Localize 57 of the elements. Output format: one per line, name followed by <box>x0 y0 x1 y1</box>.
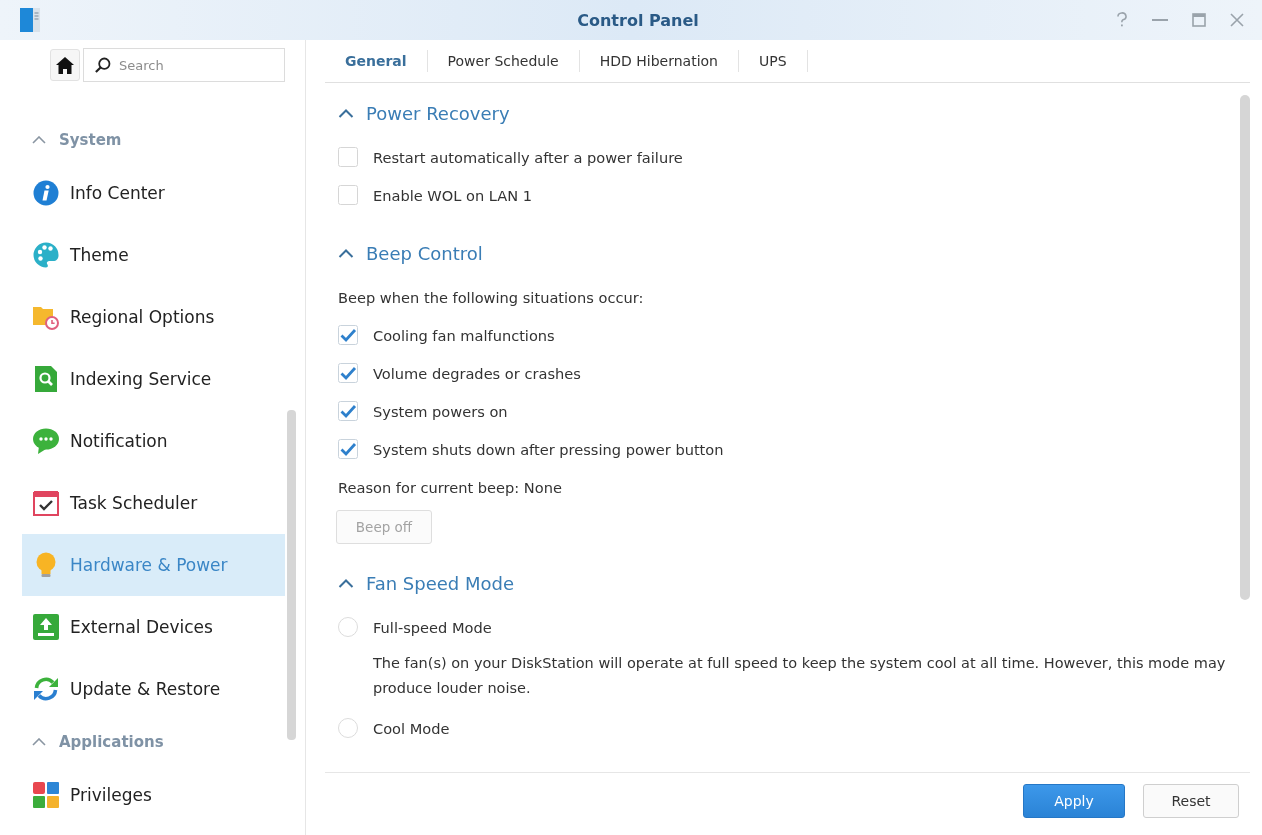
sidebar-item[interactable]: Indexing Service <box>22 348 285 410</box>
sidebar-item[interactable]: Notification <box>22 410 285 472</box>
window-title: Control Panel <box>576 10 699 30</box>
upload-icon <box>33 614 59 640</box>
info-icon <box>33 180 59 206</box>
radio-label[interactable]: Full-speed Mode <box>373 618 492 636</box>
maximize-icon[interactable] <box>1192 13 1206 27</box>
tab[interactable]: UPS <box>738 40 807 82</box>
checkbox-label[interactable]: System powers on <box>373 402 508 420</box>
tab[interactable]: General <box>325 40 427 82</box>
scrollbar[interactable] <box>287 410 296 740</box>
checkbox-label[interactable]: Enable WOL on LAN 1 <box>373 186 533 204</box>
section-header[interactable]: Power Recovery <box>338 92 1240 134</box>
home-icon <box>56 56 74 74</box>
search-field[interactable]: Search <box>83 48 285 82</box>
reset-button[interactable]: Reset <box>1143 784 1239 818</box>
sidebar-item[interactable]: Privileges <box>22 764 285 826</box>
radio-button[interactable] <box>338 617 358 637</box>
folder-clock-icon <box>33 304 59 330</box>
document-search-icon <box>33 366 59 392</box>
search-icon <box>95 57 111 73</box>
section-header[interactable]: Fan Speed Mode <box>338 562 1240 604</box>
home-button[interactable] <box>50 49 80 81</box>
description-text: The fan(s) on your DiskStation will operate at full speed to keep the system cool at all time. However, this mode may produce louder noise. <box>372 654 1227 698</box>
checkbox[interactable] <box>338 185 358 205</box>
minimize-icon[interactable] <box>1152 18 1168 22</box>
sidebar-item[interactable]: Task Scheduler <box>22 472 285 534</box>
info-text: Beep when the following situations occur: <box>338 288 644 306</box>
checkbox-label[interactable]: Volume degrades or crashes <box>373 364 581 382</box>
help-icon[interactable] <box>1116 12 1128 28</box>
palette-icon <box>33 242 59 268</box>
sync-icon <box>33 676 59 702</box>
sidebar-item[interactable]: Regional Options <box>22 286 285 348</box>
checkbox-label[interactable]: Restart automatically after a power failure <box>373 148 683 166</box>
chat-bubble-icon <box>33 428 59 454</box>
calendar-check-icon <box>33 490 59 516</box>
tab[interactable]: Power Schedule <box>427 40 579 82</box>
sidebar-item[interactable]: Update & Restore <box>22 658 285 720</box>
close-icon[interactable] <box>1230 13 1244 27</box>
scrollbar[interactable] <box>1240 95 1250 600</box>
sidebar-item[interactable]: Theme <box>22 224 285 286</box>
checkbox[interactable] <box>338 401 358 421</box>
radio-label[interactable]: Cool Mode <box>373 719 450 737</box>
sidebar-item[interactable]: Info Center <box>22 162 285 224</box>
tab[interactable]: HDD Hibernation <box>579 40 738 82</box>
sidebar-item[interactable]: External Devices <box>22 596 285 658</box>
checkbox[interactable] <box>338 147 358 167</box>
checkbox[interactable] <box>338 325 358 345</box>
radio-button[interactable] <box>338 718 358 738</box>
checkbox-label[interactable]: Cooling fan malfunctions <box>373 326 555 344</box>
checkbox[interactable] <box>338 363 358 383</box>
checkbox-label[interactable]: System shuts down after pressing power button <box>373 440 724 458</box>
checkbox[interactable] <box>338 439 358 459</box>
info-text: Reason for current beep: None <box>338 478 562 496</box>
section-header[interactable]: Beep Control <box>338 232 1240 274</box>
grid-icon <box>33 782 59 808</box>
panel-icon <box>20 8 40 32</box>
